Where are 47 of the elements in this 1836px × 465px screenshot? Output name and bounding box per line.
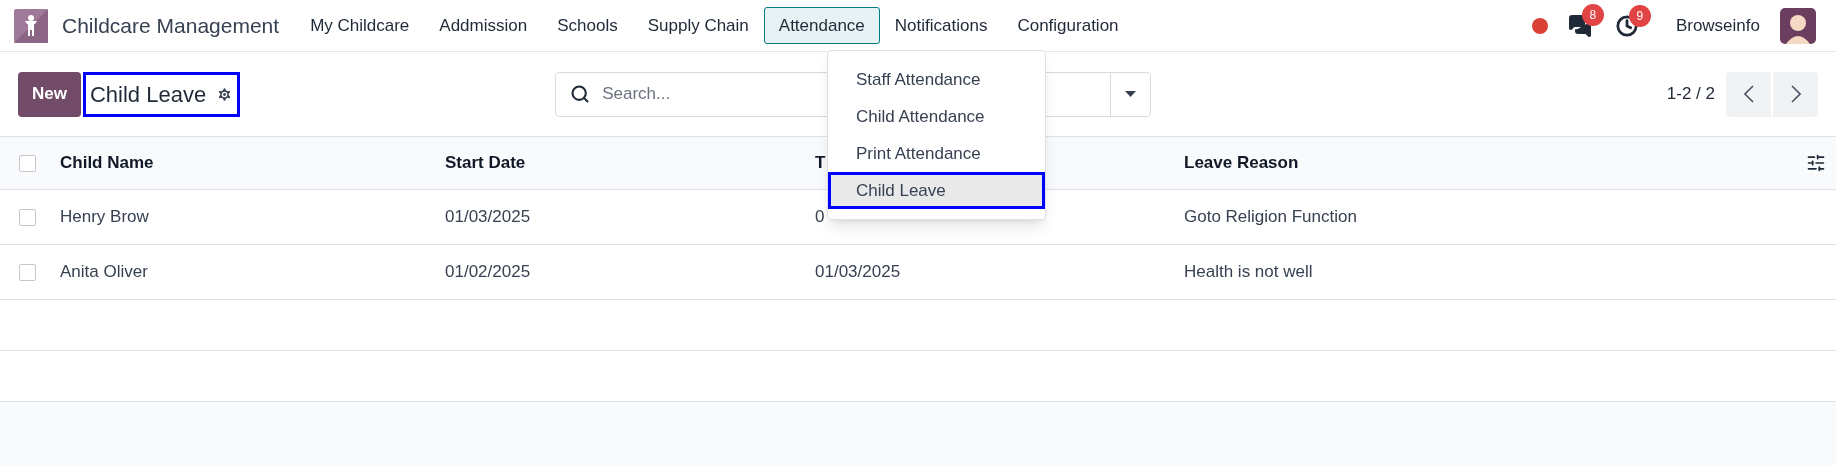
row-checkbox[interactable] <box>19 154 36 172</box>
new-button[interactable]: New <box>18 71 81 117</box>
column-header[interactable]: Start Date <box>445 153 526 173</box>
column-header[interactable]: Child Name <box>60 153 154 173</box>
nav-menu[interactable]: Attendance <box>763 7 880 44</box>
row-checkbox[interactable] <box>19 208 36 226</box>
table-cell: 01/02/2025 <box>445 262 531 282</box>
table-cell: Anita Oliver <box>60 262 148 282</box>
nav-menu[interactable]: Schools <box>542 7 633 44</box>
table-cell: Henry Brow <box>60 207 149 227</box>
breadcrumb-title: Child Leave <box>89 80 207 109</box>
nav-menu[interactable]: Addmission <box>424 7 543 44</box>
column-header[interactable]: T <box>815 153 826 173</box>
caret-icon <box>1125 91 1137 97</box>
table-cell: Goto Religion Function <box>1184 207 1357 227</box>
dropdown-item[interactable]: Print Attendance <box>828 135 1045 172</box>
user-name[interactable]: Browseinfo <box>1675 12 1760 39</box>
activities-icon[interactable] <box>1615 14 1638 37</box>
table-cell: 01/03/2025 <box>815 262 901 282</box>
messages-count: 8 <box>1581 3 1604 26</box>
settings-icon[interactable] <box>216 85 234 103</box>
dropdown-item[interactable]: Child Attendance <box>828 98 1045 135</box>
search-icon <box>570 84 591 104</box>
chevron-left-icon <box>1743 85 1754 103</box>
dropdown-item[interactable]: Child Leave <box>828 172 1045 209</box>
messages-icon[interactable] <box>1567 13 1592 38</box>
breadcrumb[interactable]: Child Leave <box>82 71 241 117</box>
nav-menu[interactable]: Notifications <box>879 7 1003 44</box>
app-name[interactable]: Childcare Management <box>62 9 280 42</box>
avatar-icon[interactable] <box>1780 7 1816 44</box>
chevron-right-icon <box>1790 85 1801 103</box>
row-checkbox[interactable] <box>19 263 36 281</box>
table-cell: Health is not well <box>1184 262 1313 282</box>
activities-count: 9 <box>1628 4 1651 27</box>
table-cell: 01/03/2025 <box>445 207 531 227</box>
next-page-button[interactable] <box>1773 71 1818 117</box>
nav-menu[interactable]: Configuration <box>1002 7 1134 44</box>
nav-menu[interactable]: My Childcare <box>295 7 425 44</box>
table-row[interactable]: Anita Oliver 01/02/2025 01/03/2025 Health is not well <box>0 245 1836 300</box>
previous-page-button[interactable] <box>1726 71 1771 117</box>
column-header[interactable]: Leave Reason <box>1184 153 1299 173</box>
app-logo-icon[interactable] <box>14 8 48 43</box>
dropdown-item[interactable]: Staff Attendance <box>828 61 1045 98</box>
nav-menu[interactable]: Supply Chain <box>632 7 764 44</box>
optional-columns-icon[interactable] <box>1806 153 1826 173</box>
pager-value: 1-2 / 2 <box>1666 83 1715 106</box>
table-cell: 0 <box>815 207 825 227</box>
